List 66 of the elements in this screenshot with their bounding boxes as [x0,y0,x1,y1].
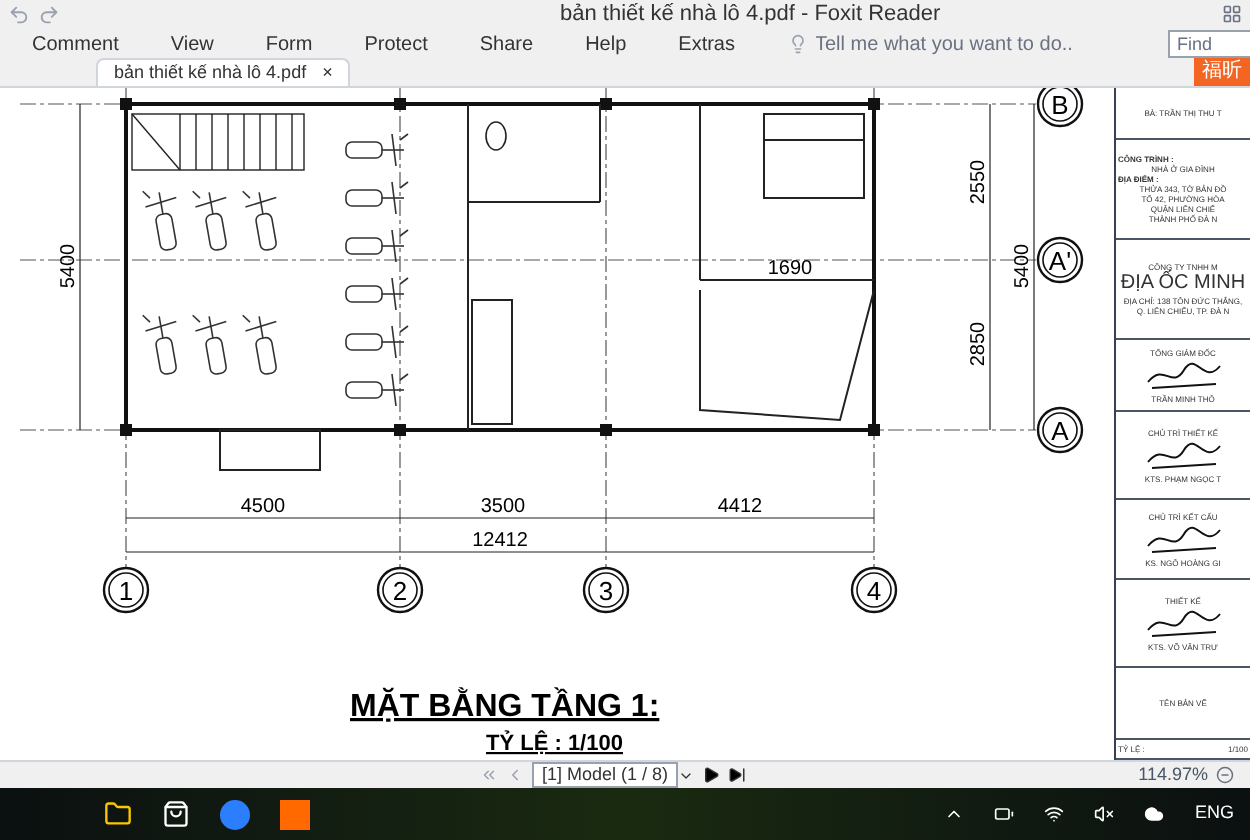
next-page-icon[interactable] [702,766,721,784]
bed-drawing [763,113,865,199]
find-field[interactable]: Find [1167,30,1250,58]
motorbike-icon [345,229,409,263]
axis-marker: 1 [102,566,150,614]
axis-marker: A [1036,406,1084,454]
app-icon[interactable] [280,799,310,829]
grid-icon[interactable] [1222,4,1242,24]
tell-me-field[interactable]: Tell me what you want to do.. [815,29,1115,59]
axis-marker: A' [1036,236,1084,284]
plan-title: MẶT BẰNG TẦNG 1: [350,690,660,724]
motorbike-icon [345,181,409,215]
lightbulb-icon [787,34,807,54]
motorbike-icon [345,277,409,311]
dimension-label: 2850 [968,321,990,367]
dimension-label: 4412 [717,496,763,518]
menu-item[interactable]: Extras [678,29,735,59]
motorbike-icon [345,373,409,407]
last-page-icon[interactable] [728,766,747,784]
wifi-icon[interactable] [1044,804,1065,824]
dimension-label: 1690 [767,258,813,280]
zoom-level[interactable]: 114.97% [1138,761,1208,789]
dimension-label: 4500 [240,496,286,518]
close-button[interactable]: × [322,59,333,87]
dimension-label: 5400 [1012,243,1034,289]
document-tab[interactable]: bản thiết kế nhà lô 4.pdf × [96,58,351,86]
window-title: bản thiết kế nhà lô 4.pdf - Foxit Reader [560,0,941,30]
company-name: ĐỊA ỐC MINH [1120,272,1246,296]
menu-item[interactable]: Comment [32,29,119,59]
store-icon[interactable] [162,800,190,828]
entrance-steps-drawing [219,429,321,471]
motorbike-icon [241,314,278,376]
signature-drawing [1143,357,1223,393]
dimension-label: 12412 [472,530,528,552]
cloud-icon[interactable] [1144,804,1165,824]
axis-marker: B [1036,88,1084,128]
menu-item[interactable]: Help [585,29,627,59]
motorbike-icon [345,133,409,167]
axis-marker: 4 [850,566,898,614]
motorbike-icon [141,314,178,376]
app-icon[interactable] [220,799,250,829]
signature-drawing [1143,605,1223,641]
page-select[interactable]: [1] Model (1 / 8) [532,762,679,788]
motorbike-icon [191,190,228,252]
menu-item[interactable]: Protect [364,29,428,59]
menu-item[interactable]: View [170,29,214,59]
toilet-icon [485,121,507,151]
dimension-label: 5400 [58,243,80,289]
motorbike-icon [191,314,228,376]
menu-item[interactable]: Form [265,29,313,59]
menu-item[interactable]: Share [479,29,534,59]
motorbike-icon [141,190,178,252]
language-indicator[interactable]: ENG [1194,800,1234,828]
muted-speaker-icon[interactable] [1094,804,1115,824]
signature-drawing [1143,521,1223,557]
dimension-label: 3500 [480,496,526,518]
motorbike-icon [345,325,409,359]
zoom-out-icon[interactable] [1216,766,1234,784]
axis-marker: 2 [376,566,424,614]
axis-marker: 3 [582,566,630,614]
dimension-label: 2550 [968,159,990,205]
folder-icon[interactable] [104,800,132,828]
battery-icon[interactable] [994,804,1015,824]
motorbike-icon [241,190,278,252]
signature-drawing [1143,437,1223,473]
plan-scale: TỶ LỆ : 1/100 [486,732,623,756]
